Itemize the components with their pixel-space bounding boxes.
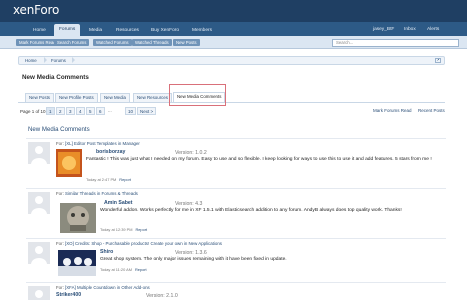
comment-meta: Today at 11:20 AM Report bbox=[100, 267, 147, 272]
comment-text: Fantastic ! This was just what I needed … bbox=[86, 157, 432, 162]
mark-forums-read-link[interactable]: Mark Forums Read bbox=[373, 108, 412, 113]
context-prefix: For: bbox=[56, 141, 66, 146]
pager-next-button[interactable]: Next > bbox=[137, 107, 157, 115]
comment-context: For: [XL] Editor Post Templates in Manag… bbox=[56, 141, 140, 146]
breadcrumb-forums[interactable]: Forums bbox=[51, 58, 66, 64]
comment-context: For: [XO] Credits: Shop - Purchasable pr… bbox=[56, 241, 222, 246]
default-user-avatar[interactable] bbox=[28, 242, 50, 264]
page-link-2[interactable]: 2 bbox=[56, 107, 65, 115]
main-nav: Home Forums Media Resources Buy XenForo … bbox=[0, 22, 467, 36]
page-title: New Media Comments bbox=[22, 74, 89, 81]
tabs-divider bbox=[18, 102, 445, 103]
context-prefix: For: bbox=[56, 241, 66, 246]
context-prefix: For: bbox=[56, 285, 66, 290]
subnav-mark-forums-read[interactable]: Mark Forums Read bbox=[16, 39, 59, 46]
comment-author[interactable]: Striker400 bbox=[56, 292, 81, 298]
media-thumbnail[interactable] bbox=[56, 149, 82, 177]
comment-context: For: Similar Threads in Forums & Threads bbox=[56, 191, 138, 196]
breadcrumb-separator bbox=[72, 57, 75, 63]
comment-version: Version: 4.3 bbox=[175, 201, 203, 207]
comment-text: Great shop system. The only major issues… bbox=[100, 257, 287, 262]
comment-item: For: [XFA] Multiple Countdown in Other A… bbox=[26, 282, 446, 300]
default-user-avatar[interactable] bbox=[28, 192, 50, 214]
context-link[interactable]: [XL] Editor Post Templates in Manager bbox=[65, 141, 140, 146]
alerts-link[interactable]: Alerts bbox=[427, 24, 439, 36]
comment-meta: Today at 12:39 PM Report bbox=[100, 227, 147, 232]
nav-tab-members[interactable]: Members bbox=[187, 25, 217, 36]
breadcrumb-separator bbox=[44, 57, 47, 63]
inbox-link[interactable]: Inbox bbox=[404, 24, 416, 36]
comment-time: Today at 2:47 PM bbox=[86, 177, 117, 182]
tab-new-resources[interactable]: New Resources bbox=[133, 93, 172, 102]
media-thumbnail[interactable] bbox=[58, 250, 96, 276]
section-title: New Media Comments bbox=[28, 126, 90, 133]
page-link-6[interactable]: 6 bbox=[96, 107, 105, 115]
comment-item: For: [XO] Credits: Shop - Purchasable pr… bbox=[26, 238, 446, 284]
comment-divider bbox=[26, 282, 446, 283]
comment-meta: Today at 2:47 PM Report bbox=[86, 177, 131, 182]
comment-version: Version: 2.1.0 bbox=[146, 293, 178, 299]
jump-menu-icon[interactable]: ↗ bbox=[435, 58, 441, 63]
context-link[interactable]: [XO] Credits: Shop - Purchasable product… bbox=[65, 241, 222, 246]
default-user-avatar[interactable] bbox=[28, 142, 50, 164]
comment-author[interactable]: Amin Sabet bbox=[104, 200, 133, 206]
subnav-search-forums[interactable]: Search Forums bbox=[54, 39, 90, 46]
nav-tab-buy-xenforo[interactable]: Buy XenForo bbox=[146, 25, 184, 36]
report-link[interactable]: Report bbox=[135, 227, 147, 232]
page-link-10[interactable]: 10 bbox=[125, 107, 137, 115]
page-link-5[interactable]: 5 bbox=[86, 107, 95, 115]
recent-posts-link[interactable]: Recent Posts bbox=[418, 108, 445, 113]
context-link[interactable]: Similar Threads in Forums & Threads bbox=[65, 191, 138, 196]
comment-text: Wonderful addon. Works perfectly for me … bbox=[100, 208, 402, 213]
tab-highlight-box bbox=[169, 84, 226, 106]
tab-new-media[interactable]: New Media bbox=[100, 93, 130, 102]
nav-tab-forums[interactable]: Forums bbox=[54, 24, 81, 36]
context-prefix: For: bbox=[56, 191, 66, 196]
subnav-watched-forums[interactable]: Watched Forums bbox=[93, 39, 132, 46]
comment-item: For: Similar Threads in Forums & Threads… bbox=[26, 188, 446, 238]
comment-divider bbox=[26, 188, 446, 189]
page-link-1[interactable]: 1 bbox=[46, 107, 55, 115]
report-link[interactable]: Report bbox=[135, 267, 147, 272]
page-link-4[interactable]: 4 bbox=[76, 107, 85, 115]
comment-item: For: [XL] Editor Post Templates in Manag… bbox=[26, 138, 446, 188]
comment-version: Version: 1.3.6 bbox=[175, 250, 207, 256]
comment-divider bbox=[26, 138, 446, 139]
tab-new-posts[interactable]: New Posts bbox=[25, 93, 54, 102]
default-user-avatar[interactable] bbox=[28, 286, 50, 300]
breadcrumb-home[interactable]: Home bbox=[25, 58, 37, 64]
comment-divider bbox=[26, 238, 446, 239]
subnav-watched-threads[interactable]: Watched Threads bbox=[132, 39, 172, 46]
nav-tab-home[interactable]: Home bbox=[28, 25, 51, 36]
search-input[interactable]: Search... bbox=[332, 39, 459, 47]
pager-ellipsis: ... bbox=[108, 108, 112, 113]
comment-author[interactable]: borisborzay bbox=[96, 149, 125, 155]
user-menu-link[interactable]: jasey_BtF bbox=[373, 24, 394, 36]
pager-label: Page 1 of 10 bbox=[20, 109, 46, 114]
report-link[interactable]: Report bbox=[119, 177, 131, 182]
subnav-new-posts[interactable]: New Posts bbox=[173, 39, 200, 46]
comment-author[interactable]: Shiro bbox=[100, 249, 113, 255]
nav-tab-resources[interactable]: Resources bbox=[111, 25, 144, 36]
comment-version: Version: 1.0.2 bbox=[175, 150, 207, 156]
comment-time: Today at 12:39 PM bbox=[100, 227, 133, 232]
nav-tab-media[interactable]: Media bbox=[84, 25, 107, 36]
breadcrumb: Home Forums ↗ bbox=[18, 56, 445, 65]
site-header: xenForo bbox=[0, 0, 467, 22]
media-thumbnail[interactable] bbox=[60, 203, 96, 233]
comment-context: For: [XFA] Multiple Countdown in Other A… bbox=[56, 285, 150, 290]
comment-time: Today at 11:20 AM bbox=[100, 267, 132, 272]
context-link[interactable]: [XFA] Multiple Countdown in Other Add-on… bbox=[65, 285, 150, 290]
site-logo[interactable]: xenForo bbox=[13, 3, 59, 17]
sub-nav: Mark Forums Read Search Forums Watched F… bbox=[0, 36, 467, 49]
tab-new-profile-posts[interactable]: New Profile Posts bbox=[55, 93, 98, 102]
page-link-3[interactable]: 3 bbox=[66, 107, 75, 115]
